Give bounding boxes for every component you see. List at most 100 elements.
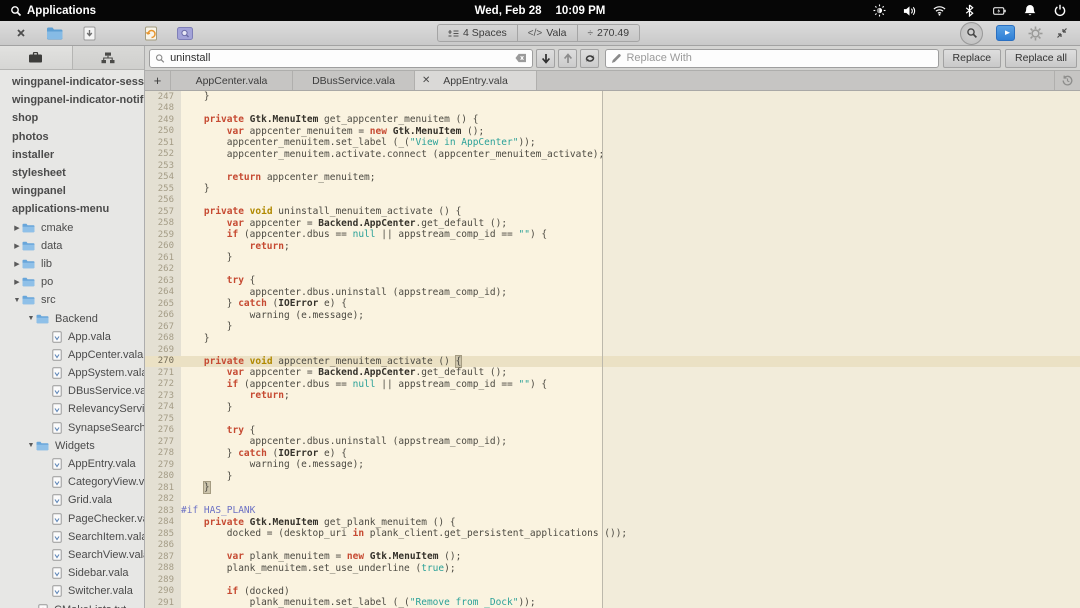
code-line-273[interactable]: 273 return;	[145, 390, 1080, 402]
tab-DBusService.vala[interactable]: DBusService.vala	[293, 71, 415, 90]
replace-all-button[interactable]: Replace all	[1005, 48, 1077, 68]
tree-file-SearchView.vala[interactable]: SearchView.vala	[0, 546, 144, 564]
code-line-252[interactable]: 252 appcenter_menuitem.activate.connect …	[145, 149, 1080, 161]
project-item[interactable]: stylesheet	[0, 164, 144, 182]
tree-folder-src[interactable]: ▼ src	[0, 291, 144, 309]
code-line-264[interactable]: 264 appcenter.dbus.uninstall (appstream_…	[145, 287, 1080, 299]
history-button[interactable]	[1054, 71, 1080, 90]
code-line-281[interactable]: 281 }	[145, 481, 1080, 495]
search-previous-button[interactable]	[558, 48, 577, 68]
files-view-toggle[interactable]	[0, 46, 73, 69]
code-line-254[interactable]: 254 return appcenter_menuitem;	[145, 172, 1080, 184]
tree-file-CMakeLists.txt[interactable]: CMakeLists.txt	[0, 600, 144, 608]
bluetooth-icon[interactable]	[963, 4, 976, 17]
code-line-282[interactable]: 282	[145, 494, 1080, 506]
code-line-275[interactable]: 275	[145, 413, 1080, 425]
datetime[interactable]: Wed, Feb 28 10:09 PM	[475, 5, 606, 17]
code-line-287[interactable]: 287 var plank_menuitem = new Gtk.MenuIte…	[145, 551, 1080, 563]
code-line-279[interactable]: 279 warning (e.message);	[145, 459, 1080, 471]
project-item[interactable]: wingpanel-indicator-session	[0, 73, 144, 91]
tree-file-AppSystem.vala[interactable]: AppSystem.vala	[0, 364, 144, 382]
wifi-icon[interactable]	[933, 4, 946, 17]
code-line-288[interactable]: 288 plank_menuitem.set_use_underline (tr…	[145, 563, 1080, 575]
code-line-289[interactable]: 289	[145, 574, 1080, 586]
tree-folder-cmake[interactable]: ▶ cmake	[0, 219, 144, 237]
replace-input[interactable]	[626, 52, 933, 64]
new-tab-button[interactable]: +	[145, 71, 171, 90]
battery-icon[interactable]	[993, 4, 1006, 17]
night-light-icon[interactable]	[873, 4, 886, 17]
power-icon[interactable]	[1053, 4, 1066, 17]
expander-icon[interactable]: ▼	[26, 315, 36, 322]
find-in-project-icon[interactable]	[174, 24, 196, 43]
close-tab-icon[interactable]: ✕	[422, 75, 430, 86]
cyclic-search-button[interactable]	[580, 48, 599, 68]
tree-file-SearchItem.vala[interactable]: SearchItem.vala	[0, 528, 144, 546]
tree-file-AppCenter.vala[interactable]: AppCenter.vala	[0, 346, 144, 364]
tree-file-PageChecker.vala[interactable]: PageChecker.vala	[0, 510, 144, 528]
settings-gear-icon[interactable]	[1028, 26, 1043, 41]
find-toggle-button[interactable]	[960, 21, 983, 45]
tree-file-Grid.vala[interactable]: Grid.vala	[0, 491, 144, 509]
shrink-window-icon[interactable]	[1056, 27, 1068, 39]
expander-icon[interactable]: ▶	[12, 224, 22, 232]
code-line-261[interactable]: 261 }	[145, 252, 1080, 264]
code-line-274[interactable]: 274 }	[145, 402, 1080, 414]
code-line-249[interactable]: 249 private Gtk.MenuItem get_appcenter_m…	[145, 114, 1080, 126]
code-line-260[interactable]: 260 return;	[145, 241, 1080, 253]
code-line-272[interactable]: 272 if (appcenter.dbus == null || appstr…	[145, 379, 1080, 391]
revert-document-icon[interactable]	[140, 24, 162, 43]
code-line-280[interactable]: 280 }	[145, 471, 1080, 483]
expander-icon[interactable]: ▶	[12, 278, 22, 286]
tab-AppEntry.vala[interactable]: ✕ AppEntry.vala	[415, 71, 537, 90]
code-line-291[interactable]: 291 plank_menuitem.set_label (_("Remove …	[145, 597, 1080, 608]
code-line-271[interactable]: 271 var appcenter = Backend.AppCenter.ge…	[145, 367, 1080, 379]
tree-file-App.vala[interactable]: App.vala	[0, 328, 144, 346]
code-line-283[interactable]: 283 #if HAS_PLANK	[145, 505, 1080, 517]
tree-file-DBusService.vala[interactable]: DBusService.vala	[0, 382, 144, 400]
code-line-253[interactable]: 253	[145, 160, 1080, 172]
language-button[interactable]: </> Vala	[518, 25, 578, 41]
code-line-263[interactable]: 263 try {	[145, 275, 1080, 287]
code-line-256[interactable]: 256	[145, 195, 1080, 207]
expander-icon[interactable]: ▼	[12, 297, 22, 304]
search-next-button[interactable]	[536, 48, 555, 68]
outline-view-toggle[interactable]	[73, 46, 145, 69]
source-view[interactable]: 247 } 248 249 private Gtk.MenuItem get_app…	[145, 91, 1080, 608]
code-line-286[interactable]: 286	[145, 540, 1080, 552]
code-line-258[interactable]: 258 var appcenter = Backend.AppCenter.ge…	[145, 218, 1080, 230]
volume-icon[interactable]	[903, 4, 916, 17]
code-line-248[interactable]: 248	[145, 103, 1080, 115]
code-line-276[interactable]: 276 try {	[145, 425, 1080, 437]
indent-width-button[interactable]: 4 Spaces	[438, 25, 518, 41]
tree-folder-data[interactable]: ▶ data	[0, 237, 144, 255]
code-line-257[interactable]: 257 private void uninstall_menuitem_acti…	[145, 206, 1080, 218]
applications-menu-button[interactable]: Applications	[0, 4, 96, 17]
code-line-284[interactable]: 284 private Gtk.MenuItem get_plank_menui…	[145, 517, 1080, 529]
code-line-278[interactable]: 278 } catch (IOError e) {	[145, 448, 1080, 460]
tree-folder-po[interactable]: ▶ po	[0, 273, 144, 291]
expander-icon[interactable]: ▶	[12, 260, 22, 268]
code-line-270[interactable]: 270 private void appcenter_menuitem_acti…	[145, 354, 1080, 368]
code-line-268[interactable]: 268 }	[145, 333, 1080, 345]
code-line-255[interactable]: 255 }	[145, 183, 1080, 195]
code-line-250[interactable]: 250 var appcenter_menuitem = new Gtk.Men…	[145, 126, 1080, 138]
search-field[interactable]	[149, 48, 533, 68]
clear-search-icon[interactable]	[515, 53, 527, 63]
project-item[interactable]: applications-menu	[0, 200, 144, 218]
code-line-267[interactable]: 267 }	[145, 321, 1080, 333]
tree-file-RelevancyService.vala[interactable]: RelevancyService.vala	[0, 400, 144, 418]
search-input[interactable]	[170, 52, 511, 64]
code-line-247[interactable]: 247 }	[145, 91, 1080, 103]
tree-file-Sidebar.vala[interactable]: Sidebar.vala	[0, 564, 144, 582]
project-item[interactable]: installer	[0, 146, 144, 164]
tree-file-Switcher.vala[interactable]: Switcher.vala	[0, 582, 144, 600]
replace-button[interactable]: Replace	[942, 48, 1002, 68]
project-item[interactable]: wingpanel-indicator-notific...	[0, 91, 144, 109]
tree-file-AppEntry.vala[interactable]: AppEntry.vala	[0, 455, 144, 473]
tree-file-CategoryView.vala[interactable]: CategoryView.vala	[0, 473, 144, 491]
tree-folder-lib[interactable]: ▶ lib	[0, 255, 144, 273]
tab-AppCenter.vala[interactable]: AppCenter.vala	[171, 71, 293, 90]
goto-line-button[interactable]: ÷ 270.49	[578, 25, 640, 41]
expander-icon[interactable]: ▶	[12, 242, 22, 250]
